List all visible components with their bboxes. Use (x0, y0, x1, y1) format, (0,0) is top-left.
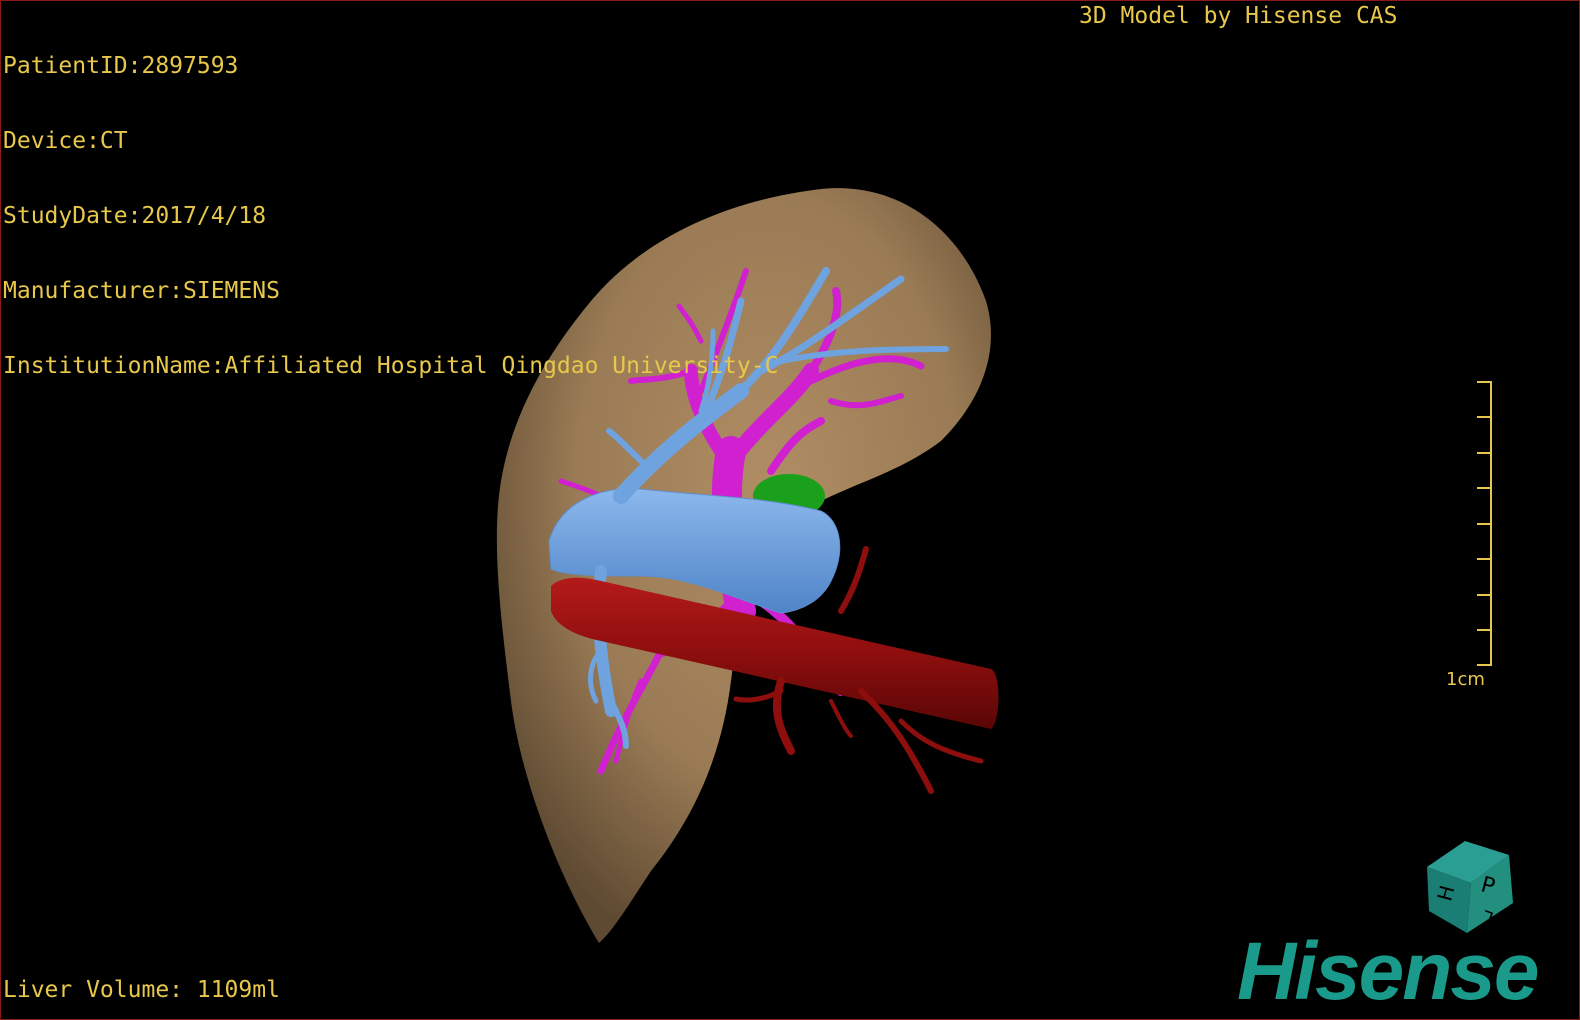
patient-id: PatientID:2897593 (3, 53, 239, 79)
3d-viewport[interactable]: PatientID:2897593 Device:CT StudyDate:20… (0, 0, 1580, 1020)
patient-info: PatientID:2897593 Device:CT StudyDate:20… (3, 4, 778, 429)
institution-name: InstitutionName:Affiliated Hospital Qing… (3, 353, 779, 379)
orientation-cube-icon[interactable]: P H L (1419, 837, 1529, 937)
hisense-logo: Hisense (1237, 926, 1540, 1017)
study-date: StudyDate:2017/4/18 (3, 203, 267, 229)
scale-bar (1477, 381, 1492, 666)
liver-volume: Liver Volume: 1109ml (3, 977, 280, 1003)
manufacturer: Manufacturer:SIEMENS (3, 278, 280, 304)
scale-label: 1cm (1446, 669, 1485, 690)
model-credit: 3D Model by Hisense CAS (1079, 3, 1398, 29)
device: Device:CT (3, 128, 128, 154)
